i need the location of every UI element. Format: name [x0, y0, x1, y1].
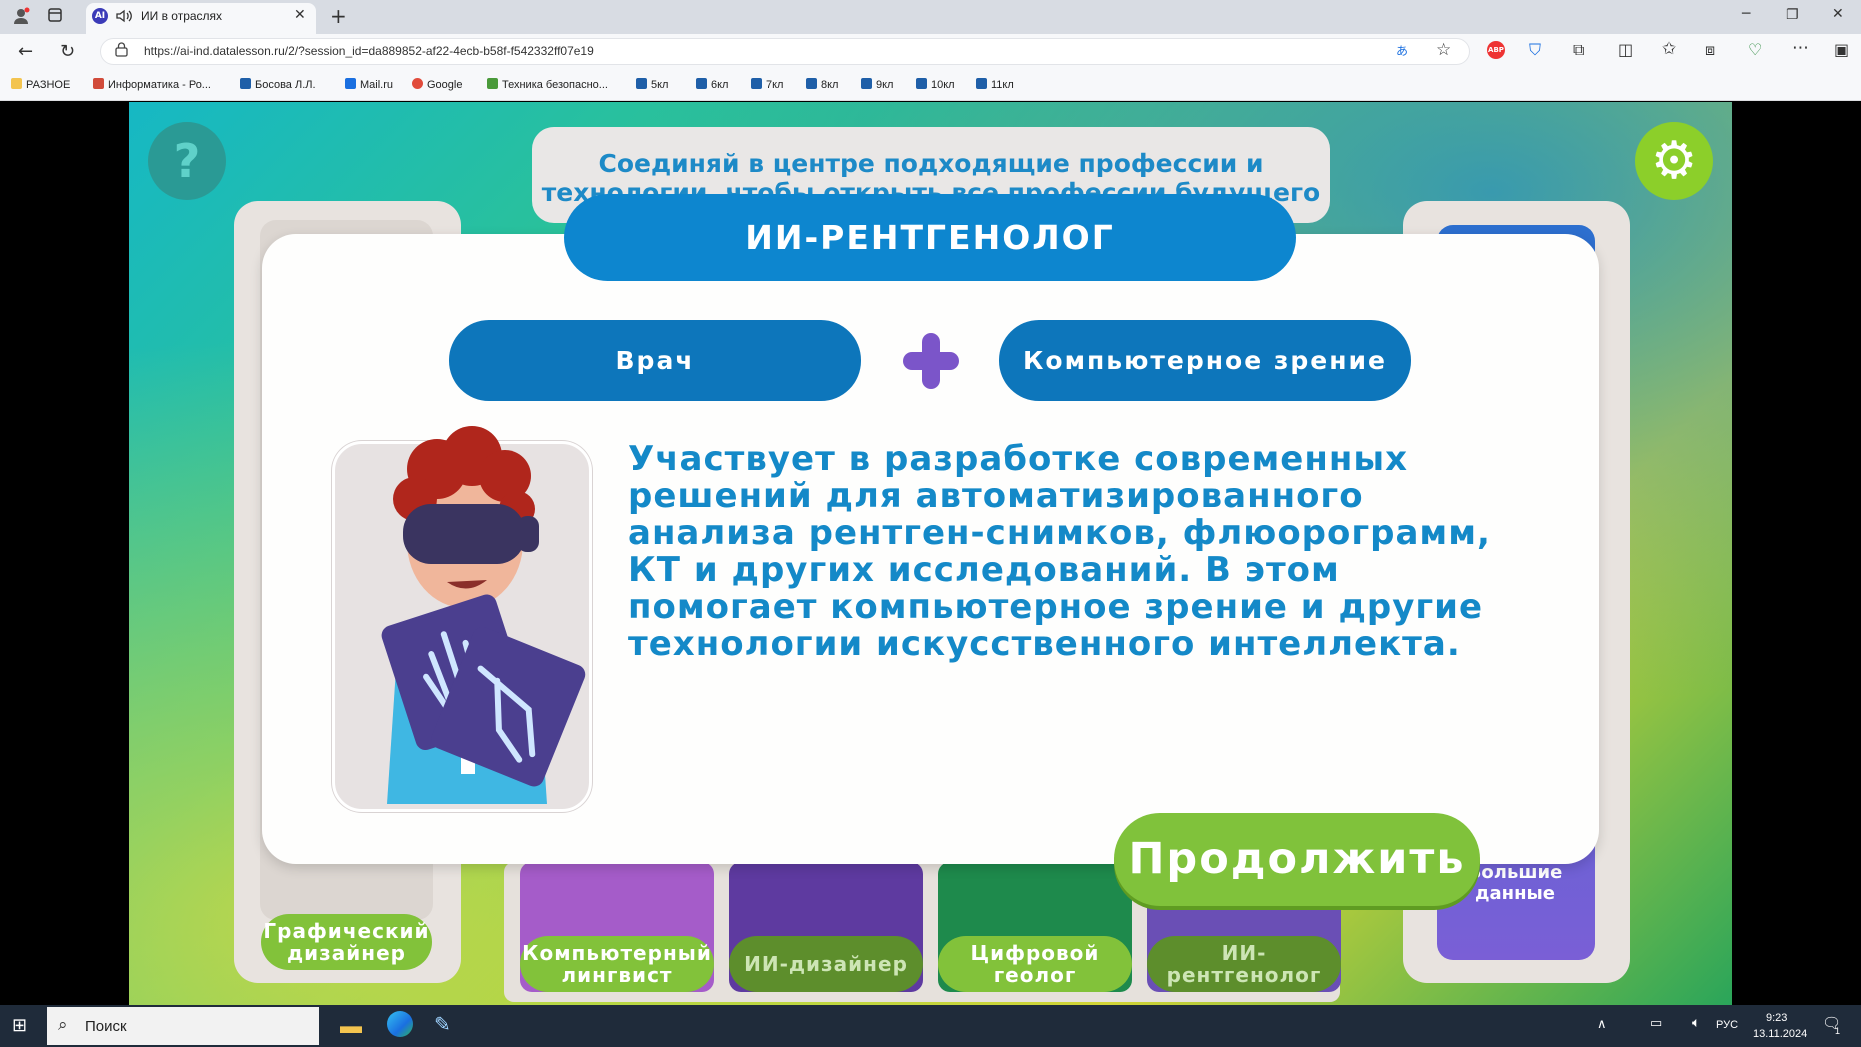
- favorites-icon[interactable]: ✩: [1662, 39, 1676, 59]
- gear-icon: ⚙: [1650, 131, 1698, 191]
- bookmark-label: Google: [427, 79, 463, 91]
- bookmark-label: 9кл: [876, 79, 894, 91]
- minimize-icon[interactable]: ─: [1742, 6, 1750, 22]
- tab-actions-icon[interactable]: [48, 8, 62, 26]
- shield-icon: [345, 78, 356, 89]
- bosova-icon: [806, 78, 817, 89]
- bookmark-label: 6кл: [711, 79, 729, 91]
- bookmark-item[interactable]: 11кл: [976, 78, 1014, 91]
- bookmark-item[interactable]: 8кл: [806, 78, 838, 91]
- bookmark-label: Босова Л.Л.: [255, 79, 316, 91]
- volume-icon[interactable]: 🔈︎: [1692, 1014, 1700, 1031]
- left-card-label[interactable]: Графический дизайнер: [261, 914, 432, 970]
- profession-card-label: Компьютерный лингвист: [520, 936, 714, 992]
- bosova-icon: [861, 78, 872, 89]
- browser-essentials-icon[interactable]: ♡: [1748, 40, 1762, 59]
- translate-icon[interactable]: あ: [1396, 42, 1408, 59]
- technology-pill: Компьютерное зрение: [999, 320, 1411, 401]
- bosova-icon: [976, 78, 987, 89]
- bookmark-label: Техника безопасно...: [502, 79, 608, 91]
- bookmark-item[interactable]: Mail.ru: [345, 78, 393, 91]
- modal-title: ИИ-РЕНТГЕНОЛОГ: [564, 194, 1296, 281]
- tray-chevron-icon[interactable]: ∧: [1597, 1016, 1607, 1032]
- more-menu-icon[interactable]: ⋯: [1792, 38, 1809, 58]
- tray-wifi-icon[interactable]: ▭: [1650, 1015, 1662, 1031]
- url-text: https://ai-ind.datalesson.ru/2/?session_…: [144, 44, 594, 58]
- bosova-icon: [751, 78, 762, 89]
- profession-card[interactable]: Цифровой геолог: [938, 862, 1132, 992]
- file-explorer-icon[interactable]: ▬: [340, 1013, 362, 1039]
- profession-card[interactable]: ИИ-дизайнер: [729, 862, 923, 992]
- collections-icon[interactable]: ⧈: [1705, 40, 1715, 60]
- search-icon: ⌕: [58, 1015, 68, 1034]
- search-placeholder: Поиск: [85, 1018, 127, 1035]
- profession-card-label: ИИ-дизайнер: [729, 936, 923, 992]
- bosova-icon: [636, 78, 647, 89]
- new-tab-icon[interactable]: +: [330, 4, 347, 28]
- profession-illustration: [332, 426, 592, 812]
- bookmark-label: Mail.ru: [360, 79, 394, 91]
- clock-time[interactable]: 9:23: [1766, 1012, 1787, 1024]
- bookmark-item[interactable]: 9кл: [861, 78, 893, 91]
- notification-count: 1: [1835, 1026, 1841, 1036]
- clock-date[interactable]: 13.11.2024: [1753, 1028, 1807, 1040]
- bookmark-label: 11кл: [991, 79, 1014, 91]
- settings-button[interactable]: ⚙: [1635, 122, 1713, 200]
- tab-title: ИИ в отраслях: [141, 9, 223, 23]
- bookmark-item[interactable]: 6кл: [696, 78, 728, 91]
- shield-extension-icon[interactable]: ⛉: [1529, 40, 1541, 60]
- help-button[interactable]: ?: [148, 122, 226, 200]
- close-window-icon[interactable]: ✕: [1832, 6, 1844, 22]
- close-tab-icon[interactable]: ✕: [294, 7, 306, 23]
- profession-card-label: Цифровой геолог: [938, 936, 1132, 992]
- profession-pill: Врач: [449, 320, 861, 401]
- back-icon[interactable]: ←: [18, 41, 33, 62]
- profession-card-label: ИИ-рентгенолог: [1147, 936, 1341, 992]
- bookmark-label: 5кл: [651, 79, 669, 91]
- bookmark-item[interactable]: 7кл: [751, 78, 783, 91]
- bookmark-item[interactable]: Google: [412, 78, 462, 91]
- folder-icon: [11, 78, 22, 89]
- bookmark-label: Информатика - Ро...: [108, 79, 211, 91]
- split-screen-icon[interactable]: ◫: [1618, 40, 1633, 59]
- google-icon: [412, 78, 423, 89]
- bookmark-item[interactable]: Босова Л.Л.: [240, 78, 316, 91]
- bosova-icon: [240, 78, 251, 89]
- edge-icon[interactable]: [387, 1011, 413, 1037]
- bosova-icon: [696, 78, 707, 89]
- sidebar-toggle-icon[interactable]: ▣: [1834, 40, 1849, 59]
- reload-icon[interactable]: ↻: [60, 41, 75, 62]
- lock-icon[interactable]: [115, 42, 128, 61]
- windows-start-icon[interactable]: ⊞: [12, 1015, 27, 1036]
- plus-icon: [903, 333, 959, 389]
- speaker-icon[interactable]: [115, 7, 133, 29]
- favorite-star-icon[interactable]: ☆: [1436, 40, 1451, 60]
- bookmark-item[interactable]: 5кл: [636, 78, 668, 91]
- site-favicon-icon: AI: [92, 8, 108, 24]
- bosova-icon: [916, 78, 927, 89]
- bookmark-label: РАЗНОЕ: [26, 79, 71, 91]
- extensions-icon[interactable]: ⧉: [1573, 40, 1584, 60]
- bookmark-item[interactable]: 10кл: [916, 78, 955, 91]
- pen-icon: [93, 78, 104, 89]
- bookmark-item[interactable]: Информатика - Ро...: [93, 78, 211, 91]
- language-indicator[interactable]: РУС: [1716, 1019, 1738, 1031]
- profession-card[interactable]: Компьютерный лингвист: [520, 862, 714, 992]
- profession-description: Участвует в разработке современных решен…: [628, 439, 1491, 664]
- bookmark-item[interactable]: Техника безопасно...: [487, 78, 608, 91]
- app-icon[interactable]: ✎: [434, 1012, 451, 1037]
- restore-icon[interactable]: ❐: [1786, 7, 1799, 23]
- adblock-icon[interactable]: ABP: [1487, 41, 1505, 59]
- bookmark-label: 7кл: [766, 79, 784, 91]
- profile-icon[interactable]: [12, 7, 30, 29]
- bookmark-item[interactable]: РАЗНОЕ: [11, 78, 70, 91]
- leaf-icon: [487, 78, 498, 89]
- bookmark-label: 8кл: [821, 79, 839, 91]
- bookmark-label: 10кл: [931, 79, 955, 91]
- continue-button[interactable]: Продолжить: [1114, 813, 1480, 906]
